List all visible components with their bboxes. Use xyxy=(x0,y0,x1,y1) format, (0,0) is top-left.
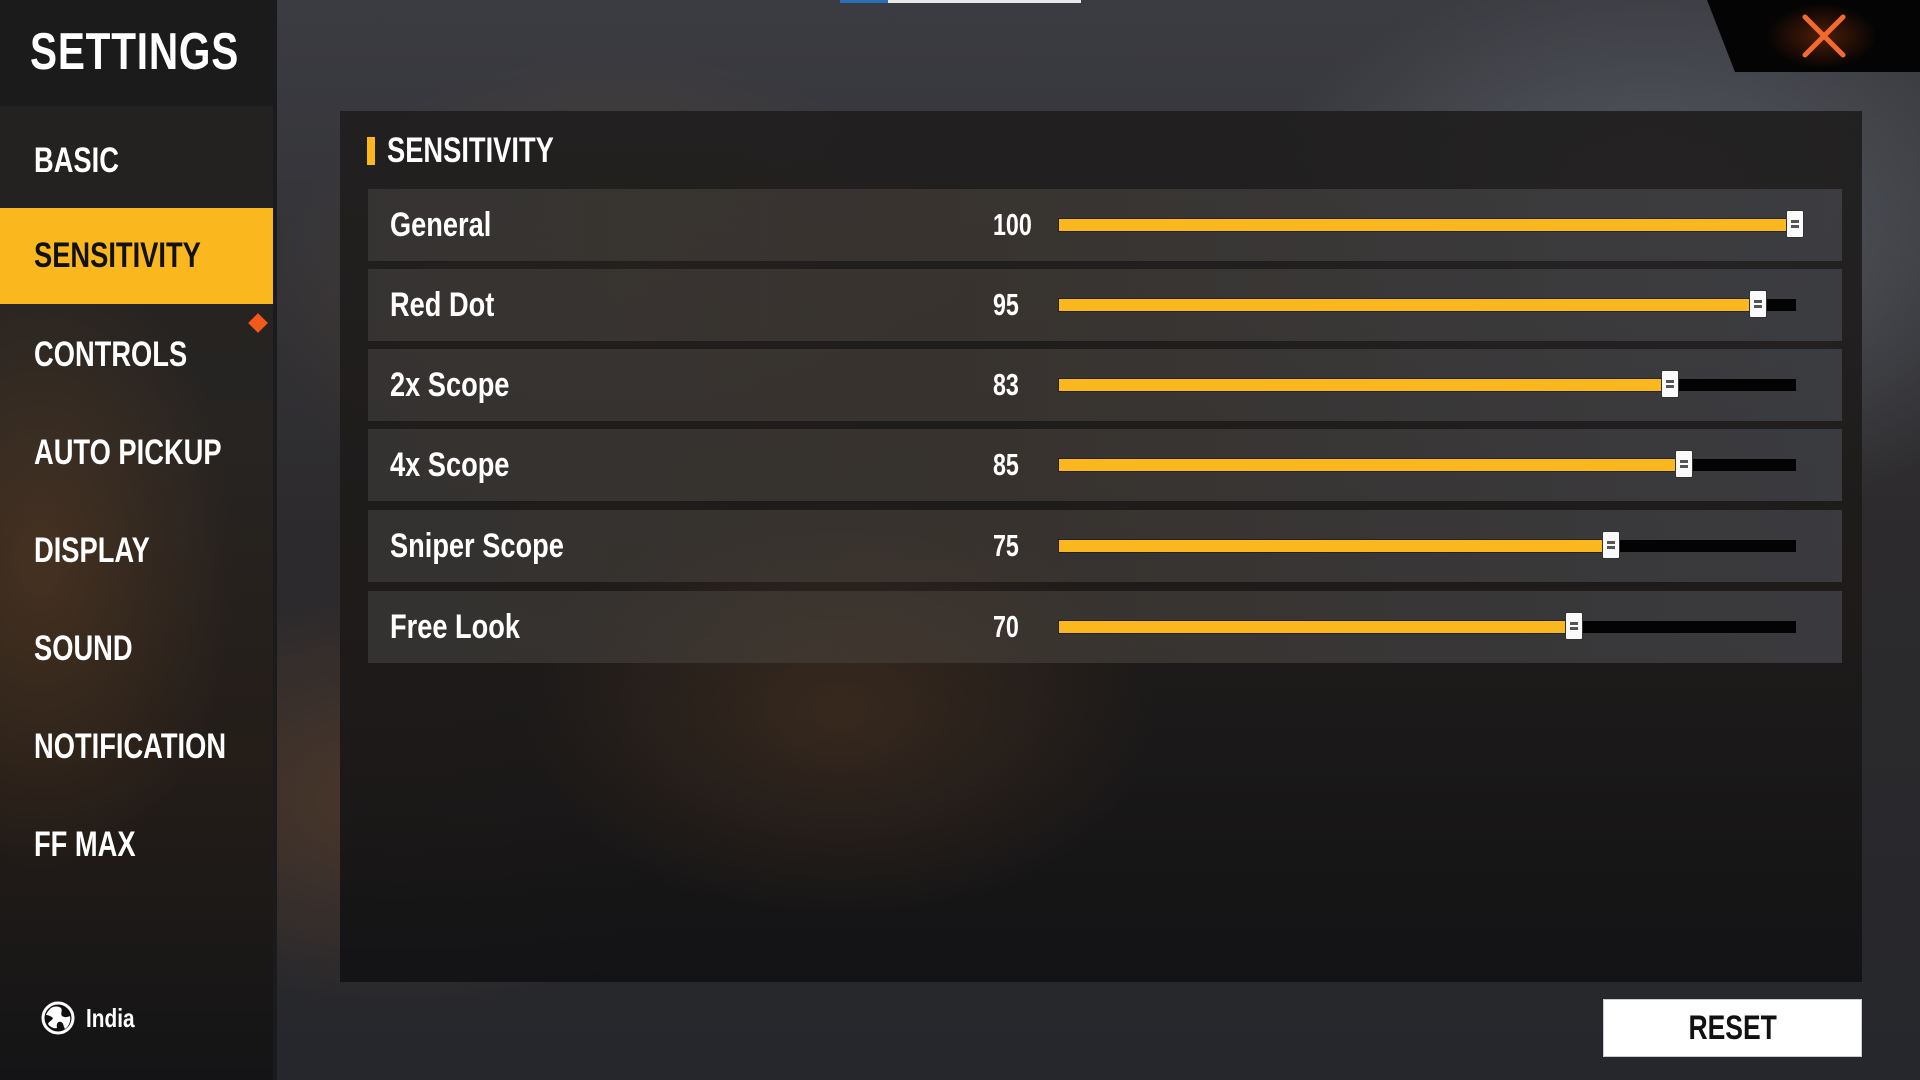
reset-button[interactable]: RESET xyxy=(1603,999,1862,1057)
sidebar-item-display[interactable]: DISPLAY xyxy=(0,503,273,599)
sensitivity-row-general: General 100 xyxy=(368,189,1842,261)
sidebar-item-sound[interactable]: SOUND xyxy=(0,601,273,697)
setting-label: Sniper Scope xyxy=(390,527,564,565)
section-title: SENSITIVITY xyxy=(387,131,554,170)
setting-value: 95 xyxy=(993,287,1019,322)
slider-fill xyxy=(1059,621,1575,633)
slider-fill xyxy=(1059,540,1612,552)
slider-fill xyxy=(1059,379,1671,391)
slider-fill xyxy=(1059,219,1796,231)
close-button[interactable] xyxy=(1707,0,1920,72)
slider-thumb[interactable] xyxy=(1601,531,1620,559)
slider-thumb[interactable] xyxy=(1660,370,1679,398)
setting-label: 2x Scope xyxy=(390,366,510,404)
setting-label: General xyxy=(390,206,492,244)
sidebar-item-basic[interactable]: BASIC xyxy=(0,113,273,209)
settings-sidebar: SETTINGS BASIC SENSITIVITY CONTROLS AUTO… xyxy=(0,0,277,1080)
sensitivity-row-free-look: Free Look 70 xyxy=(368,591,1842,663)
setting-value: 83 xyxy=(993,367,1019,402)
sniper-scope-slider[interactable] xyxy=(1059,531,1796,559)
slider-thumb[interactable] xyxy=(1786,210,1804,238)
sensitivity-row-4x-scope: 4x Scope 85 xyxy=(368,429,1842,501)
sidebar-item-label: DISPLAY xyxy=(34,531,150,570)
sidebar-item-auto-pickup[interactable]: AUTO PICKUP xyxy=(0,405,273,501)
sidebar-item-label: SOUND xyxy=(34,629,133,668)
section-header: SENSITIVITY xyxy=(367,131,601,171)
setting-value: 75 xyxy=(993,528,1019,563)
free-look-slider[interactable] xyxy=(1059,612,1796,640)
setting-label: 4x Scope xyxy=(390,446,510,484)
sidebar-item-notification[interactable]: NOTIFICATION xyxy=(0,699,273,795)
setting-label: Free Look xyxy=(390,608,520,646)
slider-thumb[interactable] xyxy=(1564,612,1583,640)
globe-icon xyxy=(41,1001,75,1035)
sidebar-item-ff-max[interactable]: FF MAX xyxy=(0,797,273,893)
sidebar-item-sensitivity[interactable]: SENSITIVITY xyxy=(0,208,273,304)
setting-value: 70 xyxy=(993,609,1019,644)
region-selector[interactable]: India xyxy=(40,998,147,1038)
setting-value: 100 xyxy=(993,207,1032,242)
region-label: India xyxy=(86,1002,135,1033)
slider-thumb[interactable] xyxy=(1749,290,1768,318)
reset-label: RESET xyxy=(1688,1008,1777,1047)
slider-fill xyxy=(1059,459,1686,471)
section-accent-bar xyxy=(367,137,375,165)
setting-value: 85 xyxy=(993,447,1019,482)
4x-scope-slider[interactable] xyxy=(1059,450,1796,478)
sidebar-item-controls[interactable]: CONTROLS xyxy=(0,307,273,403)
sidebar-item-label: BASIC xyxy=(34,141,119,180)
sensitivity-row-red-dot: Red Dot 95 xyxy=(368,269,1842,341)
sidebar-item-label: CONTROLS xyxy=(34,335,188,374)
sidebar-item-label: AUTO PICKUP xyxy=(34,433,222,472)
slider-fill xyxy=(1059,299,1760,311)
setting-label: Red Dot xyxy=(390,286,495,324)
sidebar-item-label: FF MAX xyxy=(34,825,136,864)
sensitivity-row-sniper-scope: Sniper Scope 75 xyxy=(368,510,1842,582)
sensitivity-row-2x-scope: 2x Scope 83 xyxy=(368,349,1842,421)
video-progress-played xyxy=(840,0,888,3)
2x-scope-slider[interactable] xyxy=(1059,370,1796,398)
sidebar-item-label: SENSITIVITY xyxy=(34,236,201,275)
general-slider[interactable] xyxy=(1059,210,1804,238)
red-dot-slider[interactable] xyxy=(1059,290,1796,318)
video-progress-buffered xyxy=(888,0,1081,3)
page-title: SETTINGS xyxy=(30,23,240,81)
close-icon xyxy=(1802,14,1846,58)
sensitivity-panel: SENSITIVITY General 100 Red Dot 95 2x Sc… xyxy=(340,111,1862,982)
sidebar-header: SETTINGS xyxy=(0,0,273,106)
sidebar-item-label: NOTIFICATION xyxy=(34,727,227,766)
slider-thumb[interactable] xyxy=(1675,450,1694,478)
